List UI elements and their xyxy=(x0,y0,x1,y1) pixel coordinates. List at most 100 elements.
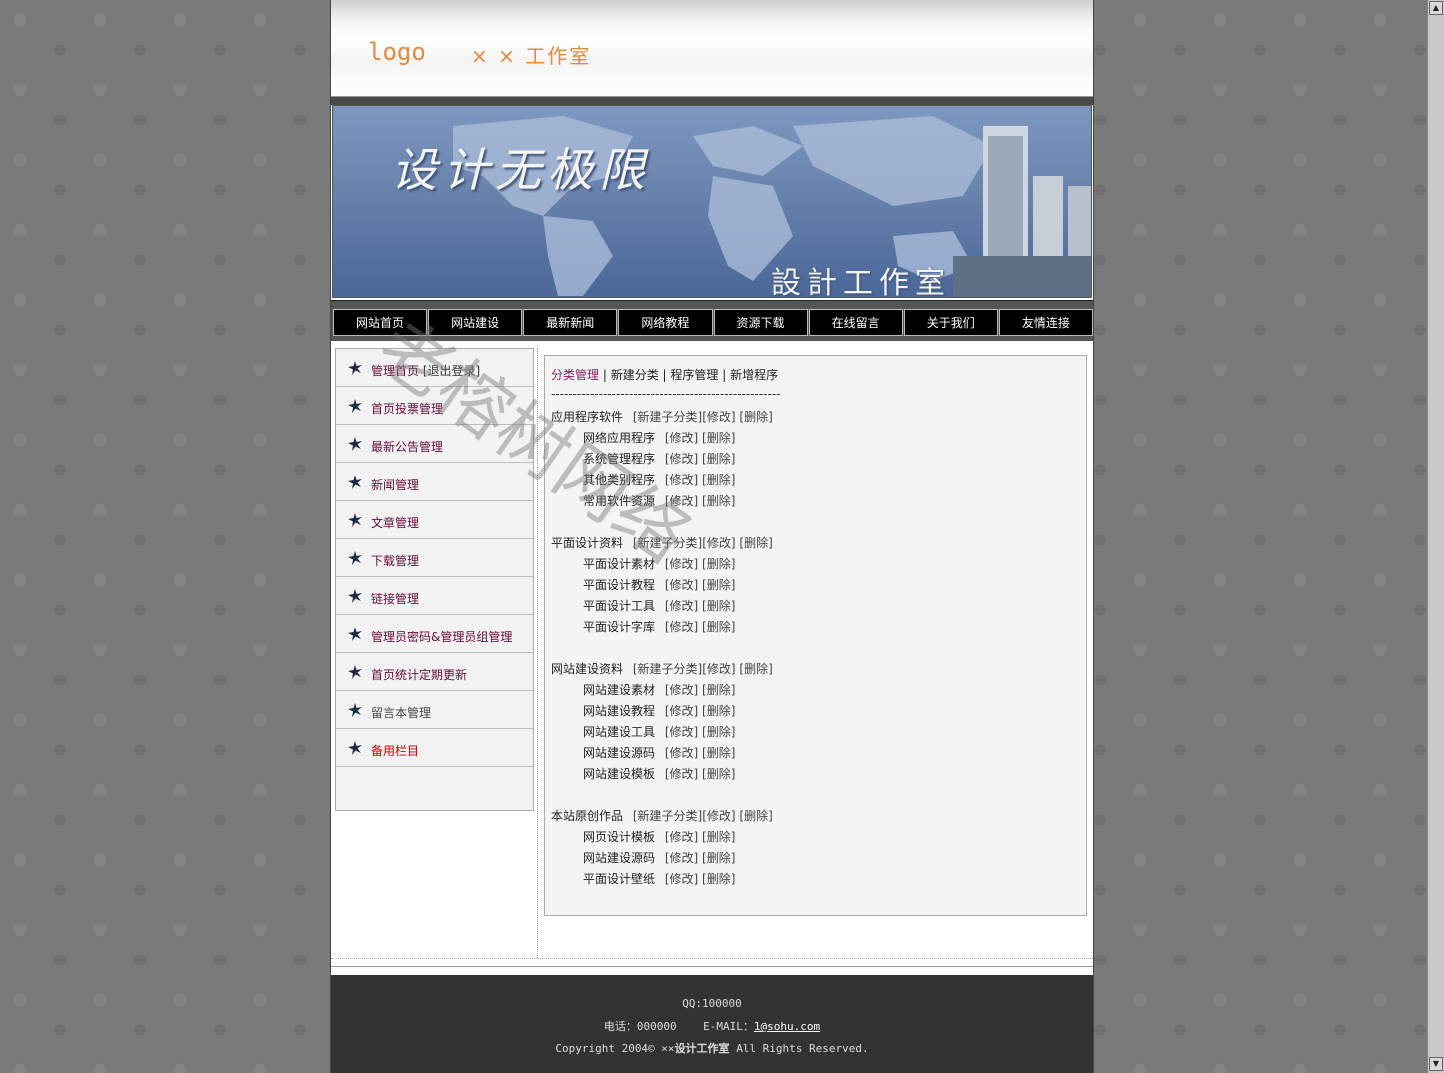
subcategory-name: 网络应用程序 xyxy=(583,431,656,445)
nav-item-guestbook[interactable]: 在线留言 xyxy=(808,309,903,336)
new-subcategory-link[interactable]: [新建子分类] xyxy=(633,410,702,424)
category-name: 平面设计资料 xyxy=(551,536,624,550)
delete-link[interactable]: [删除] xyxy=(702,557,735,571)
delete-link[interactable]: [删除] xyxy=(702,578,735,592)
subcategory-row: 系统管理程序 [修改] [删除] xyxy=(583,450,735,467)
edit-link[interactable]: [修改] xyxy=(665,452,698,466)
footer-email-link[interactable]: 1@sohu.com xyxy=(754,1020,820,1033)
delete-link[interactable]: [删除] xyxy=(702,830,735,844)
sidebar-item[interactable]: 备用栏目 xyxy=(336,729,533,767)
nav-item-downloads[interactable]: 资源下载 xyxy=(713,309,808,336)
edit-link[interactable]: [修改] xyxy=(702,662,735,676)
delete-link[interactable]: [删除] xyxy=(739,536,772,550)
category-name: 本站原创作品 xyxy=(551,809,624,823)
delete-link[interactable]: [删除] xyxy=(702,452,735,466)
sidebar-item[interactable]: 链接管理 xyxy=(336,577,533,615)
edit-link[interactable]: [修改] xyxy=(665,683,698,697)
delete-link[interactable]: [删除] xyxy=(702,473,735,487)
nav-item-links[interactable]: 友情连接 xyxy=(998,309,1093,336)
edit-link[interactable]: [修改] xyxy=(665,851,698,865)
nav-item-latest-news[interactable]: 最新新闻 xyxy=(523,309,618,336)
edit-link[interactable]: [修改] xyxy=(702,410,735,424)
delete-link[interactable]: [删除] xyxy=(702,431,735,445)
delete-link[interactable]: [删除] xyxy=(702,494,735,508)
delete-link[interactable]: [删除] xyxy=(702,767,735,781)
subcategory-name: 网站建设源码 xyxy=(583,746,656,760)
nav-item-site-building[interactable]: 网站建设 xyxy=(428,309,523,336)
edit-link[interactable]: [修改] xyxy=(665,767,698,781)
sidebar-item-label: 新闻管理 xyxy=(371,478,420,492)
delete-link[interactable]: [删除] xyxy=(739,662,772,676)
sidebar-item[interactable]: 管理员密码&管理员组管理 xyxy=(336,615,533,653)
tab-add-program[interactable]: 新增程序 xyxy=(730,368,778,382)
delete-link[interactable]: [删除] xyxy=(702,620,735,634)
edit-link[interactable]: [修改] xyxy=(665,872,698,886)
sidebar-item-label: 留言本管理 xyxy=(371,706,432,720)
delete-link[interactable]: [删除] xyxy=(702,746,735,760)
logout-link[interactable]: [退出登录] xyxy=(423,364,480,378)
scroll-up-arrow-icon[interactable]: ▲ xyxy=(1429,1,1443,15)
category-row: 应用程序软件 [新建子分类][修改] [删除] xyxy=(551,408,773,425)
nav-item-tutorials[interactable]: 网络教程 xyxy=(618,309,713,336)
delete-link[interactable]: [删除] xyxy=(702,725,735,739)
scroll-down-arrow-icon[interactable]: ▼ xyxy=(1429,1057,1443,1071)
tab-category-management[interactable]: 分类管理 xyxy=(551,368,599,382)
category-management-panel: 分类管理 | 新建分类 | 程序管理 | 新增程序 --------------… xyxy=(544,355,1087,916)
subcategory-name: 常用软件资源 xyxy=(583,494,656,508)
sidebar-item[interactable]: 留言本管理 xyxy=(336,691,533,729)
star-bullet-icon xyxy=(348,361,362,375)
subcategory-row: 其他类别程序 [修改] [删除] xyxy=(583,471,735,488)
sidebar-item[interactable]: 下载管理 xyxy=(336,539,533,577)
star-bullet-icon xyxy=(348,589,362,603)
sidebar-item[interactable]: 新闻管理 xyxy=(336,463,533,501)
subcategory-name: 平面设计壁纸 xyxy=(583,872,656,886)
footer-qq: QQ:100000 xyxy=(682,997,742,1010)
tab-new-category[interactable]: 新建分类 xyxy=(611,368,659,382)
sidebar-item-label: 管理员密码&管理员组管理 xyxy=(371,630,513,644)
delete-link[interactable]: [删除] xyxy=(702,851,735,865)
edit-link[interactable]: [修改] xyxy=(665,704,698,718)
sidebar-item[interactable]: 最新公告管理 xyxy=(336,425,533,463)
delete-link[interactable]: [删除] xyxy=(702,872,735,886)
edit-link[interactable]: [修改] xyxy=(702,809,735,823)
nav-item-home[interactable]: 网站首页 xyxy=(333,309,428,336)
delete-link[interactable]: [删除] xyxy=(702,704,735,718)
sidebar-item-label: 文章管理 xyxy=(371,516,420,530)
content-tabs: 分类管理 | 新建分类 | 程序管理 | 新增程序 xyxy=(551,368,779,382)
edit-link[interactable]: [修改] xyxy=(702,536,735,550)
sidebar-item[interactable]: 文章管理 xyxy=(336,501,533,539)
sidebar-item[interactable]: 首页投票管理 xyxy=(336,387,533,425)
edit-link[interactable]: [修改] xyxy=(665,431,698,445)
delete-link[interactable]: [删除] xyxy=(702,683,735,697)
delete-link[interactable]: [删除] xyxy=(702,599,735,613)
site-footer: QQ:100000 电话：000000 E-MAIL：1@sohu.com Co… xyxy=(331,975,1093,1073)
delete-link[interactable]: [删除] xyxy=(739,809,772,823)
edit-link[interactable]: [修改] xyxy=(665,473,698,487)
new-subcategory-link[interactable]: [新建子分类] xyxy=(633,662,702,676)
edit-link[interactable]: [修改] xyxy=(665,830,698,844)
edit-link[interactable]: [修改] xyxy=(665,578,698,592)
edit-link[interactable]: [修改] xyxy=(665,746,698,760)
edit-link[interactable]: [修改] xyxy=(665,494,698,508)
star-bullet-icon xyxy=(348,475,362,489)
sidebar-item[interactable]: 首页统计定期更新 xyxy=(336,653,533,691)
new-subcategory-link[interactable]: [新建子分类] xyxy=(633,536,702,550)
edit-link[interactable]: [修改] xyxy=(665,599,698,613)
sidebar-item-label: 首页统计定期更新 xyxy=(371,668,468,682)
new-subcategory-link[interactable]: [新建子分类] xyxy=(633,809,702,823)
tab-program-management[interactable]: 程序管理 xyxy=(670,368,718,382)
admin-sidebar: 管理首页 [退出登录] 首页投票管理 最新公告管理新闻管理文章管理下载管理 链接管理管… xyxy=(335,348,534,811)
edit-link[interactable]: [修改] xyxy=(665,725,698,739)
edit-link[interactable]: [修改] xyxy=(665,557,698,571)
vertical-scrollbar[interactable]: ▲ ▼ xyxy=(1427,0,1444,1073)
nav-item-about[interactable]: 关于我们 xyxy=(903,309,998,336)
subcategory-row: 常用软件资源 [修改] [删除] xyxy=(583,492,735,509)
subcategory-row: 网络应用程序 [修改] [删除] xyxy=(583,429,735,446)
subcategory-name: 平面设计教程 xyxy=(583,578,656,592)
delete-link[interactable]: [删除] xyxy=(739,410,772,424)
subcategory-row: 平面设计素材 [修改] [删除] xyxy=(583,555,735,572)
sidebar-item[interactable]: 管理首页 [退出登录] xyxy=(336,349,533,387)
edit-link[interactable]: [修改] xyxy=(665,620,698,634)
subcategory-name: 平面设计素材 xyxy=(583,557,656,571)
footer-copyright: Copyright 2004© ××设计工作室 All Rights Reser… xyxy=(555,1042,869,1055)
